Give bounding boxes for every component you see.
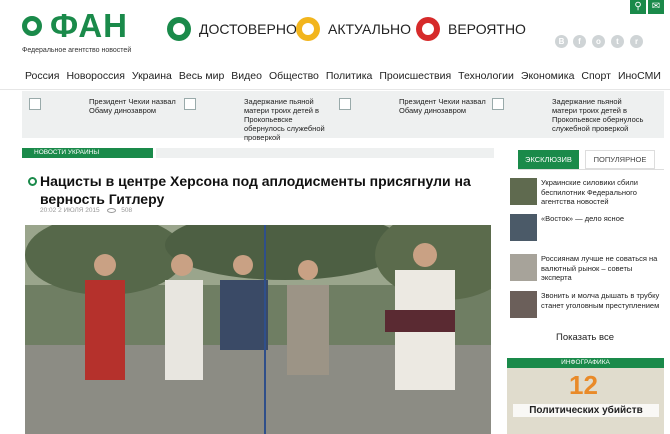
news-title: Россиянам лучше не совать­ся на валютный… (541, 254, 658, 282)
sidebar-news-item[interactable]: Россиянам лучше не совать­ся на валютный… (510, 254, 665, 284)
ticker-item[interactable]: Задержание пьяной матери троих детей в П… (177, 91, 337, 142)
site-logo[interactable]: ФАН (50, 6, 128, 46)
infographic-number: 12 (569, 370, 598, 400)
article-photo (25, 225, 491, 434)
main-nav: Россия Новороссия Украина Весь мир Видео… (0, 62, 670, 90)
broken-image-icon (492, 98, 504, 110)
infographic-title: Политических убийств (513, 404, 659, 417)
nav-item[interactable]: Спорт (581, 70, 611, 82)
bullet-icon (28, 177, 37, 186)
nav-item[interactable]: ИноСМИ (618, 70, 661, 82)
ticker-item[interactable]: Президент Чехии назвал Обаму динозавром (22, 91, 177, 138)
news-title: Украинские силовики сбили беспилотник Фе… (541, 178, 638, 206)
ticker-text: Задержание пьяной матери троих детей в П… (244, 97, 325, 142)
nav-item[interactable]: Новороссия (66, 70, 124, 82)
mail-icon[interactable]: ✉ (648, 0, 664, 14)
section-label[interactable]: НОВОСТИ УКРАИНЫ (22, 148, 153, 158)
badge-label: ВЕРОЯТНО (448, 21, 526, 37)
news-title: Звонить и молча дышать в трубку станет у… (541, 291, 660, 310)
news-thumbnail (510, 291, 537, 318)
nav-item[interactable]: Политика (326, 70, 373, 82)
ticker-text: Президент Чехии назвал Обаму динозавром (89, 97, 176, 115)
nav-item[interactable]: Происшествия (379, 70, 451, 82)
infographic-label[interactable]: ИНФОГРАФИКА (507, 358, 664, 368)
show-all-link[interactable]: Показать все (556, 332, 614, 343)
badge-reliable[interactable]: ДОСТОВЕРНО (167, 16, 297, 42)
search-icon[interactable]: ⚲ (630, 0, 646, 14)
red-dot-icon (416, 17, 440, 41)
news-title: «Восток» — дело ясное (541, 214, 625, 223)
badge-actual[interactable]: АКТУАЛЬНО (296, 16, 411, 42)
broken-image-icon (29, 98, 41, 110)
site-subtitle: Федеральное агентство новостей (22, 47, 132, 54)
infographic-image[interactable]: 12 (507, 368, 664, 434)
facebook-icon[interactable]: f (573, 35, 586, 48)
ticker-text: Задержание пьяной матери троих детей в П… (552, 97, 644, 133)
broken-image-icon (184, 98, 196, 110)
yellow-dot-icon (296, 17, 320, 41)
section-divider (156, 148, 494, 158)
article-views: 508 (121, 207, 133, 214)
nav-item[interactable]: Россия (25, 70, 59, 82)
news-thumbnail (510, 214, 537, 241)
vk-icon[interactable]: В (555, 35, 568, 48)
eye-icon (107, 207, 117, 213)
sidebar-news-item[interactable]: Звонить и молча дышать в трубку станет у… (510, 291, 665, 321)
logo-icon[interactable] (22, 16, 42, 36)
sidebar-news-item[interactable]: «Восток» — дело ясное (510, 214, 665, 244)
nav-item[interactable]: Экономика (521, 70, 574, 82)
nav-item[interactable]: Технологии (458, 70, 514, 82)
news-thumbnail (510, 178, 537, 205)
ticker-item[interactable]: Президент Чехии назвал Обаму динозавром (332, 91, 487, 138)
sidebar-news-item[interactable]: Украинские силовики сбили беспилотник Фе… (510, 178, 665, 208)
badge-label: АКТУАЛЬНО (328, 21, 412, 37)
article-date: 20:02 2 ИЮЛЯ 2015 (40, 207, 100, 214)
green-dot-icon (167, 17, 191, 41)
nav-item[interactable]: Видео (231, 70, 262, 82)
article-meta: 20:02 2 ИЮЛЯ 2015 508 (40, 207, 132, 214)
tab-popular[interactable]: ПОПУЛЯРНОЕ (585, 150, 655, 169)
news-ticker: Президент Чехии назвал Обаму динозавром … (22, 91, 664, 142)
news-thumbnail (510, 254, 537, 281)
tab-exclusive[interactable]: ЭКСКЛЮЗИВ (518, 150, 579, 169)
article-title: Нацисты в центре Херсона под аплодисмент… (40, 173, 471, 207)
ticker-item[interactable]: Задержание пьяной матери троих детей в П… (485, 91, 664, 138)
nav-item[interactable]: Весь мир (179, 70, 224, 82)
badge-probable[interactable]: ВЕРОЯТНО (416, 16, 526, 42)
sidebar-divider (518, 169, 664, 170)
nav-item[interactable]: Общество (269, 70, 319, 82)
nav-item[interactable]: Украина (132, 70, 172, 82)
odnoklassniki-icon[interactable]: о (592, 35, 605, 48)
broken-image-icon (339, 98, 351, 110)
rss-icon[interactable]: r (630, 35, 643, 48)
badge-label: ДОСТОВЕРНО (199, 21, 297, 37)
ticker-text: Президент Чехии назвал Обаму динозавром (399, 97, 486, 115)
twitter-icon[interactable]: t (611, 35, 624, 48)
